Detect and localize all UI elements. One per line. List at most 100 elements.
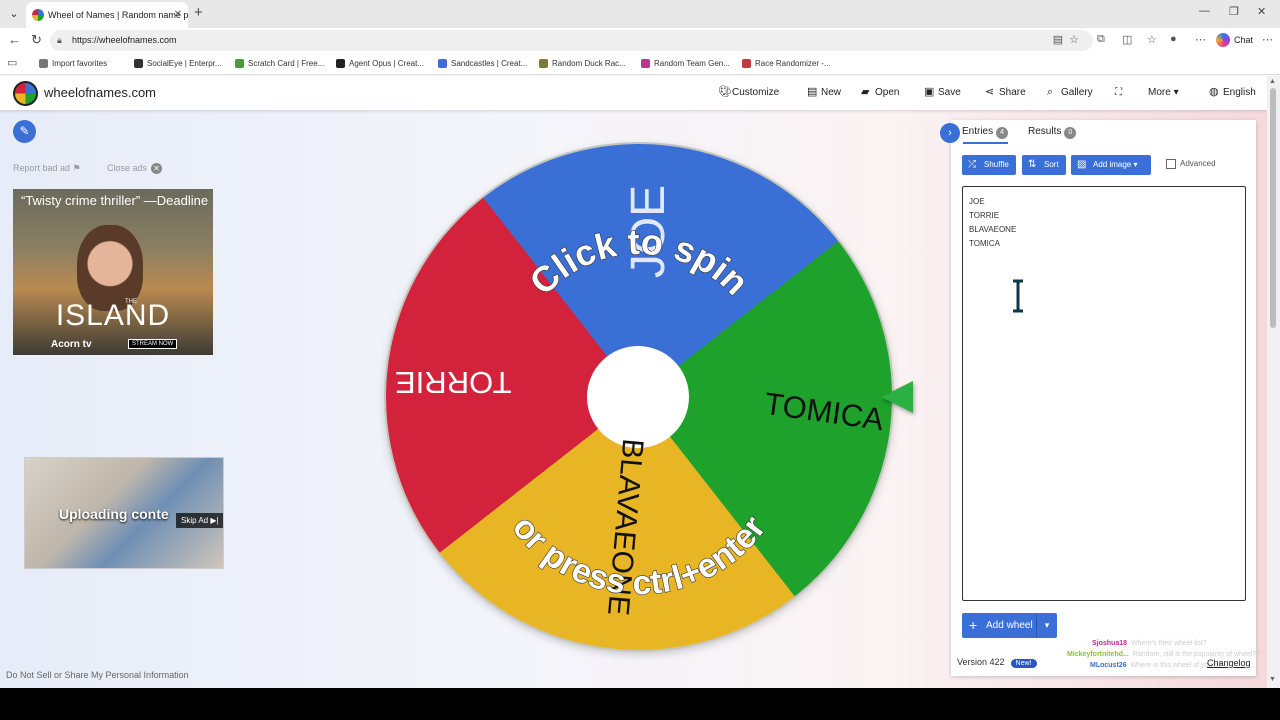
scroll-up-icon[interactable]: ▲ [1269,78,1276,85]
video-advertisement[interactable]: Uploading conte Skip Ad ▶| [24,457,224,569]
fullscreen-icon: ⛶ [1115,87,1122,98]
bookmark-label: SocialEye | Enterpr... [147,59,222,68]
menu-fullscreen[interactable]: ⛶ [1115,86,1122,99]
report-bad-ad-link[interactable]: Report bad ad ⚑ [13,163,81,174]
advanced-checkbox[interactable]: Advanced [1166,159,1216,169]
refresh-icon[interactable]: ↻ [31,32,42,48]
new-tab-icon[interactable]: + [194,4,203,21]
more-icon[interactable]: ⋯ [1195,33,1206,46]
back-icon[interactable]: ← [8,32,21,47]
site-name[interactable]: wheelofnames.com [44,85,156,100]
bookmark-label: Agent Opus | Creat... [349,59,425,68]
bookmark-item[interactable]: Scratch Card | Free... [235,57,324,70]
copilot-icon [1216,33,1230,47]
text-cursor-icon [1013,279,1023,313]
feed-user: MLocust26 [1090,662,1127,669]
changelog-link[interactable]: Changelog [1207,658,1251,668]
skip-ad-button[interactable]: Skip Ad ▶| [176,513,223,528]
menu-label: New [821,87,842,98]
profile-icon[interactable]: ● [1170,33,1177,45]
tab-results[interactable]: Results 0 [1028,126,1077,139]
browser-tab[interactable]: Wheel of Names | Random name p ✕ [26,2,188,28]
do-not-sell-link[interactable]: Do Not Sell or Share My Personal Informa… [6,670,189,680]
chevron-down-icon: ▾ [1173,87,1179,98]
ad-quote: “Twisty crime thriller” —Deadline [21,193,209,208]
chevron-down-icon[interactable]: ▾ [1036,613,1057,638]
sort-button[interactable]: ⇅ Sort [1022,155,1066,175]
version-label: Version 422 [957,657,1005,667]
menu-share[interactable]: ⋖ Share [985,86,1026,99]
settings-icon[interactable]: ⋯ [1262,33,1273,46]
page-scrollbar[interactable]: ▲ ▼ [1267,76,1280,688]
spin-instruction-overlay[interactable]: Click to spin or press ctrl+enter [386,144,892,650]
bookmark-item[interactable]: SocialEye | Enterpr... [134,57,222,70]
tab-strip: ⌄ Wheel of Names | Random name p ✕ + — ❐… [0,0,1280,28]
bookmark-label: Scratch Card | Free... [248,59,325,68]
menu-gallery[interactable]: ⌕ Gallery [1047,86,1093,99]
version-info: Version 422 New! [957,657,1037,668]
restore-icon[interactable]: ❐ [1229,5,1239,18]
entries-textarea[interactable]: JOE TORRIE BLAVAEONE TOMICA [962,186,1246,601]
split-screen-icon[interactable]: ◫ [1122,33,1132,46]
bookmark-item[interactable]: Agent Opus | Creat... [336,57,424,70]
page-content: wheelofnames.com 🎨︎ Customize ▤ New ▰ Open … [0,76,1267,688]
scrollbar-thumb[interactable] [1270,88,1276,328]
bookmark-item[interactable]: Random Duck Rac... [539,57,626,70]
add-image-label: Add image [1093,160,1132,169]
bookmark-icon [438,59,447,68]
close-tab-icon[interactable]: ✕ [174,2,182,28]
tab-entries-label: Entries [962,126,994,137]
bookmark-item[interactable]: Sandcastles | Creat... [438,57,527,70]
plus-icon: + [969,617,978,633]
menu-customize[interactable]: 🎨︎ Customize [718,86,779,99]
entry-line: TOMICA [969,239,1000,248]
bookmark-label: Random Duck Rac... [552,59,626,68]
advertisement-banner[interactable]: “Twisty crime thriller” —Deadline ISLAND… [13,189,213,355]
menu-label: English [1223,87,1256,98]
copilot-chat-button[interactable]: Chat [1216,31,1253,49]
entry-line: JOE [969,197,985,206]
extensions-icon[interactable]: ⧉ [1097,33,1105,46]
chat-feed-line: MLocust26 Where is this wheel of yours? [1090,662,1222,669]
tab-entries[interactable]: Entries 4 [962,126,1009,139]
menu-label: More [1148,87,1171,98]
menu-label: Save [938,87,961,98]
chat-feed-line: Mickeyfortnitehd... Random, still is the … [1067,651,1260,658]
wheel-logo-icon[interactable] [13,81,38,106]
url-bar[interactable]: 🔒︎ https://wheelofnames.com ▤☆ [50,30,1093,51]
close-ads-link[interactable]: Close ads ✕ [107,163,163,174]
chevron-right-icon: › [948,127,952,139]
minimize-icon[interactable]: — [1199,5,1210,17]
url-text: https://wheelofnames.com [72,35,177,45]
menu-new[interactable]: ▤ New [807,86,841,99]
feed-user: Mickeyfortnitehd... [1067,651,1129,658]
menu-label: Open [875,87,900,98]
save-icon: ▣ [924,86,935,98]
close-ads-label: Close ads [107,163,148,173]
scroll-down-icon[interactable]: ▼ [1269,676,1276,683]
address-bar-icons[interactable]: ▤☆ [1053,30,1085,51]
favorites-icon[interactable]: ☆ [1147,33,1157,46]
menu-more[interactable]: More ▾ [1148,86,1179,99]
pencil-icon: ✎ [19,124,30,138]
shuffle-button[interactable]: ⤮ Shuffle [962,155,1016,175]
ad-title-the: THE [125,299,137,305]
sidebar-icon[interactable]: ▭ [7,56,17,69]
file-icon: ▤ [807,86,818,98]
menu-language[interactable]: ◍ English [1209,86,1256,99]
bookmark-item[interactable]: Import favorites [39,57,107,70]
bookmark-item[interactable]: Race Randomizer -... [742,57,831,70]
advanced-label: Advanced [1180,159,1216,168]
menu-open[interactable]: ▰ Open [861,86,899,99]
bookmark-icon [742,59,751,68]
close-window-icon[interactable]: ✕ [1257,5,1266,18]
menu-save[interactable]: ▣ Save [924,86,961,99]
edit-pencil-button[interactable]: ✎ [13,120,36,143]
bookmark-item[interactable]: Random Team Gen... [641,57,730,70]
add-wheel-button[interactable]: + Add wheel ▾ [962,613,1057,638]
add-image-button[interactable]: ▨ Add image ▾ [1071,155,1151,175]
chevron-down-icon: ▾ [1133,160,1138,169]
results-count-badge: 0 [1064,127,1077,139]
collapse-panel-button[interactable]: › [940,123,960,143]
tab-actions-icon[interactable]: ⌄ [4,4,24,24]
